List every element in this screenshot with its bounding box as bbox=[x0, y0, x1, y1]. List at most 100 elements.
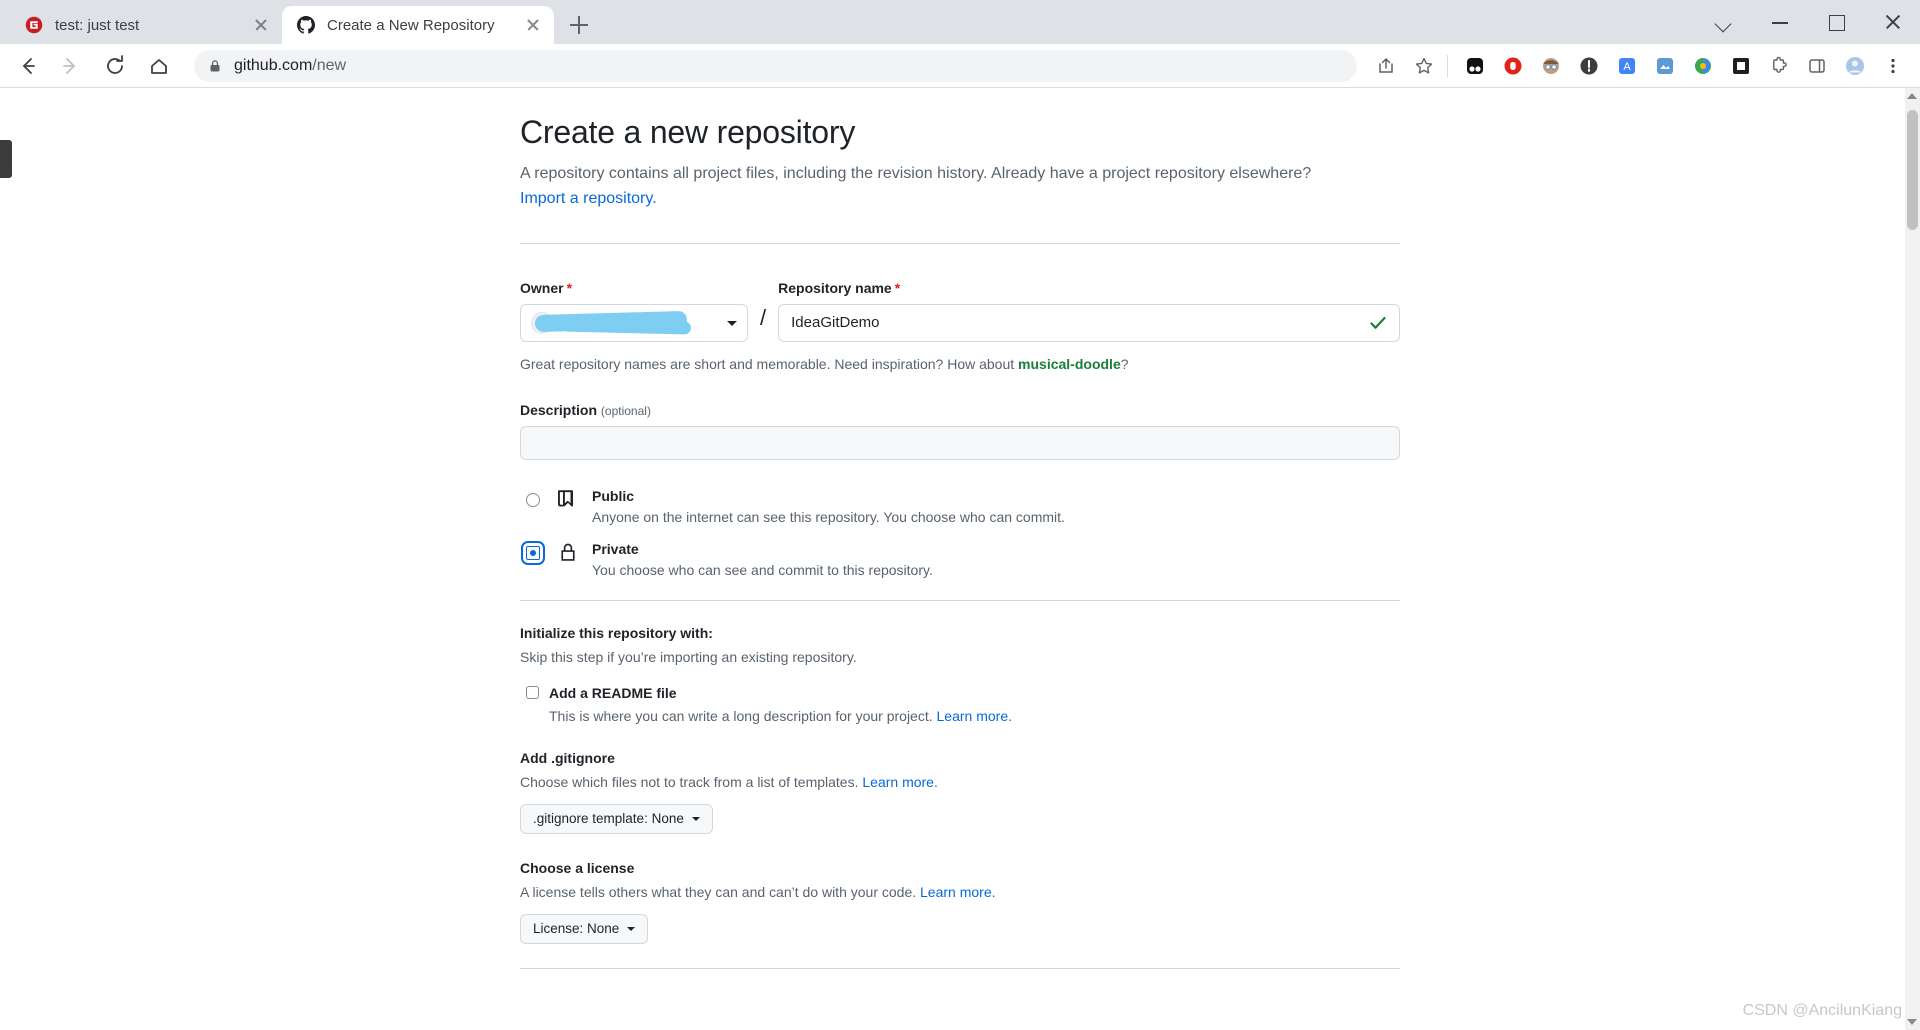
scrollbar-thumb[interactable] bbox=[1907, 110, 1918, 230]
close-icon[interactable] bbox=[250, 14, 272, 36]
license-description-text: A license tells others what they can and… bbox=[520, 883, 921, 900]
divider-2 bbox=[520, 599, 1400, 601]
extensions-puzzle-icon[interactable] bbox=[1762, 49, 1796, 83]
watermark: CSDN @AncilunKiang bbox=[1742, 1002, 1902, 1019]
owner-repo-row: Owner * / Repository name * bbox=[520, 280, 1400, 342]
close-window-icon[interactable] bbox=[1864, 0, 1920, 44]
suggested-name-link[interactable]: musical-doodle bbox=[1018, 356, 1121, 372]
new-tab-button[interactable] bbox=[562, 8, 596, 42]
visibility-option-public[interactable]: Public Anyone on the internet can see th… bbox=[520, 488, 1400, 525]
back-arrow-icon[interactable] bbox=[10, 49, 44, 83]
side-handle[interactable] bbox=[0, 140, 12, 178]
forward-arrow-icon[interactable] bbox=[54, 49, 88, 83]
tab-title: Create a New Repository bbox=[327, 16, 495, 34]
description-label-text: Description bbox=[520, 401, 598, 418]
page-subtitle-text: A repository contains all project files,… bbox=[520, 165, 1312, 182]
owner-field-group: Owner * bbox=[520, 280, 748, 342]
minimize-icon[interactable] bbox=[1752, 0, 1808, 44]
readme-label: Add a README file bbox=[549, 684, 677, 701]
translate-extension-icon[interactable]: A bbox=[1610, 49, 1644, 83]
repository-name-input-wrapper[interactable] bbox=[778, 303, 1400, 342]
gitignore-dropdown-label: .gitignore template: None bbox=[533, 811, 684, 827]
adblock-extension-icon[interactable] bbox=[1496, 49, 1530, 83]
required-asterisk: * bbox=[566, 279, 573, 296]
url-host: github.com bbox=[234, 56, 313, 74]
private-description: You choose who can see and commit to thi… bbox=[592, 561, 933, 578]
toolbar-divider bbox=[1447, 54, 1448, 77]
divider-3 bbox=[520, 967, 1400, 969]
description-field-group: Description (optional) bbox=[520, 402, 1400, 460]
gitignore-template-dropdown[interactable]: .gitignore template: None bbox=[520, 803, 713, 834]
public-description: Anyone on the internet can see this repo… bbox=[592, 508, 1065, 525]
tab-title: test: just test bbox=[55, 16, 140, 34]
import-repository-link[interactable]: Import a repository. bbox=[520, 190, 657, 207]
repository-name-label: Repository name * bbox=[778, 280, 1400, 296]
dark-reader-extension-icon[interactable] bbox=[1458, 49, 1492, 83]
chevron-down-icon bbox=[627, 926, 636, 931]
window-controls bbox=[1696, 0, 1920, 44]
divider bbox=[520, 242, 1400, 244]
browser-tab-1[interactable]: test: just test bbox=[10, 6, 282, 44]
browser-toolbar: github.com/new A bbox=[0, 44, 1920, 88]
close-icon[interactable] bbox=[522, 14, 544, 36]
initialize-subtitle: Skip this step if you’re importing an ex… bbox=[520, 648, 857, 665]
screenshot-extension-icon[interactable] bbox=[1648, 49, 1682, 83]
page-title: Create a new repository bbox=[520, 114, 856, 150]
license-learn-more-link[interactable]: Learn more. bbox=[920, 884, 995, 900]
license-title: Choose a license bbox=[520, 859, 635, 876]
address-bar[interactable]: github.com/new bbox=[194, 49, 1357, 82]
public-label: Public bbox=[592, 487, 635, 504]
scroll-up-arrow-icon[interactable] bbox=[1907, 93, 1917, 99]
readme-learn-more-link[interactable]: Learn more. bbox=[937, 708, 1012, 724]
description-label: Description (optional) bbox=[520, 402, 651, 418]
avatar-extension-icon[interactable] bbox=[1534, 49, 1568, 83]
profile-avatar-icon[interactable] bbox=[1838, 49, 1872, 83]
public-radio[interactable] bbox=[526, 492, 540, 507]
owner-repo-separator: / bbox=[760, 304, 767, 330]
colorpick-extension-icon[interactable] bbox=[1686, 49, 1720, 83]
repository-name-field-group: Repository name * bbox=[778, 280, 1400, 342]
license-dropdown[interactable]: License: None bbox=[520, 913, 649, 944]
repository-name-hint: Great repository names are short and mem… bbox=[520, 356, 1400, 372]
gitignore-description-text: Choose which files not to track from a l… bbox=[520, 773, 863, 790]
create-repository-form: Create a new repository A repository con… bbox=[520, 88, 1400, 969]
private-radio[interactable] bbox=[521, 540, 545, 565]
page-scrollbar[interactable] bbox=[1905, 88, 1920, 1030]
visibility-option-private[interactable]: Private You choose who can see and commi… bbox=[520, 540, 1400, 578]
chevron-down-icon[interactable] bbox=[1696, 0, 1752, 44]
description-input[interactable] bbox=[520, 425, 1400, 460]
gitignore-learn-more-link[interactable]: Learn more. bbox=[862, 774, 937, 790]
readme-checkbox[interactable] bbox=[526, 686, 539, 700]
repo-book-icon bbox=[558, 489, 580, 511]
star-icon[interactable] bbox=[1407, 49, 1441, 83]
svg-text:A: A bbox=[1623, 61, 1631, 73]
url-path: /new bbox=[312, 56, 347, 74]
description-optional-tag: (optional) bbox=[600, 403, 651, 418]
readme-checkbox-row[interactable]: Add a README file bbox=[520, 685, 1400, 701]
private-texts: Private You choose who can see and commi… bbox=[592, 541, 1400, 578]
three-dot-menu-icon[interactable] bbox=[1876, 49, 1910, 83]
lock-icon bbox=[558, 542, 580, 564]
home-icon[interactable] bbox=[142, 49, 176, 83]
umatrix-extension-icon[interactable] bbox=[1572, 49, 1606, 83]
license-description: A license tells others what they can and… bbox=[520, 884, 1400, 900]
green-check-icon bbox=[1369, 314, 1387, 332]
chevron-down-icon bbox=[691, 816, 700, 821]
gitee-logo-icon bbox=[24, 15, 44, 35]
reload-icon[interactable] bbox=[98, 49, 132, 83]
browser-tab-2[interactable]: Create a New Repository bbox=[282, 6, 554, 44]
share-icon[interactable] bbox=[1369, 49, 1403, 83]
maximize-icon[interactable] bbox=[1808, 0, 1864, 44]
tab-strip: test: just test Create a New Repository bbox=[0, 0, 1920, 44]
redaction-overlay-2 bbox=[560, 318, 692, 335]
license-section: Choose a license A license tells others … bbox=[520, 860, 1400, 944]
square-extension-icon[interactable] bbox=[1724, 49, 1758, 83]
gitignore-title: Add .gitignore bbox=[520, 749, 615, 766]
private-label: Private bbox=[592, 540, 639, 557]
repository-name-input[interactable] bbox=[791, 314, 1387, 332]
github-logo-icon bbox=[296, 15, 316, 35]
side-panel-icon[interactable] bbox=[1800, 49, 1834, 83]
owner-select[interactable] bbox=[520, 303, 748, 342]
page-subtitle: A repository contains all project files,… bbox=[520, 162, 1400, 212]
scroll-down-arrow-icon[interactable] bbox=[1907, 1019, 1917, 1025]
